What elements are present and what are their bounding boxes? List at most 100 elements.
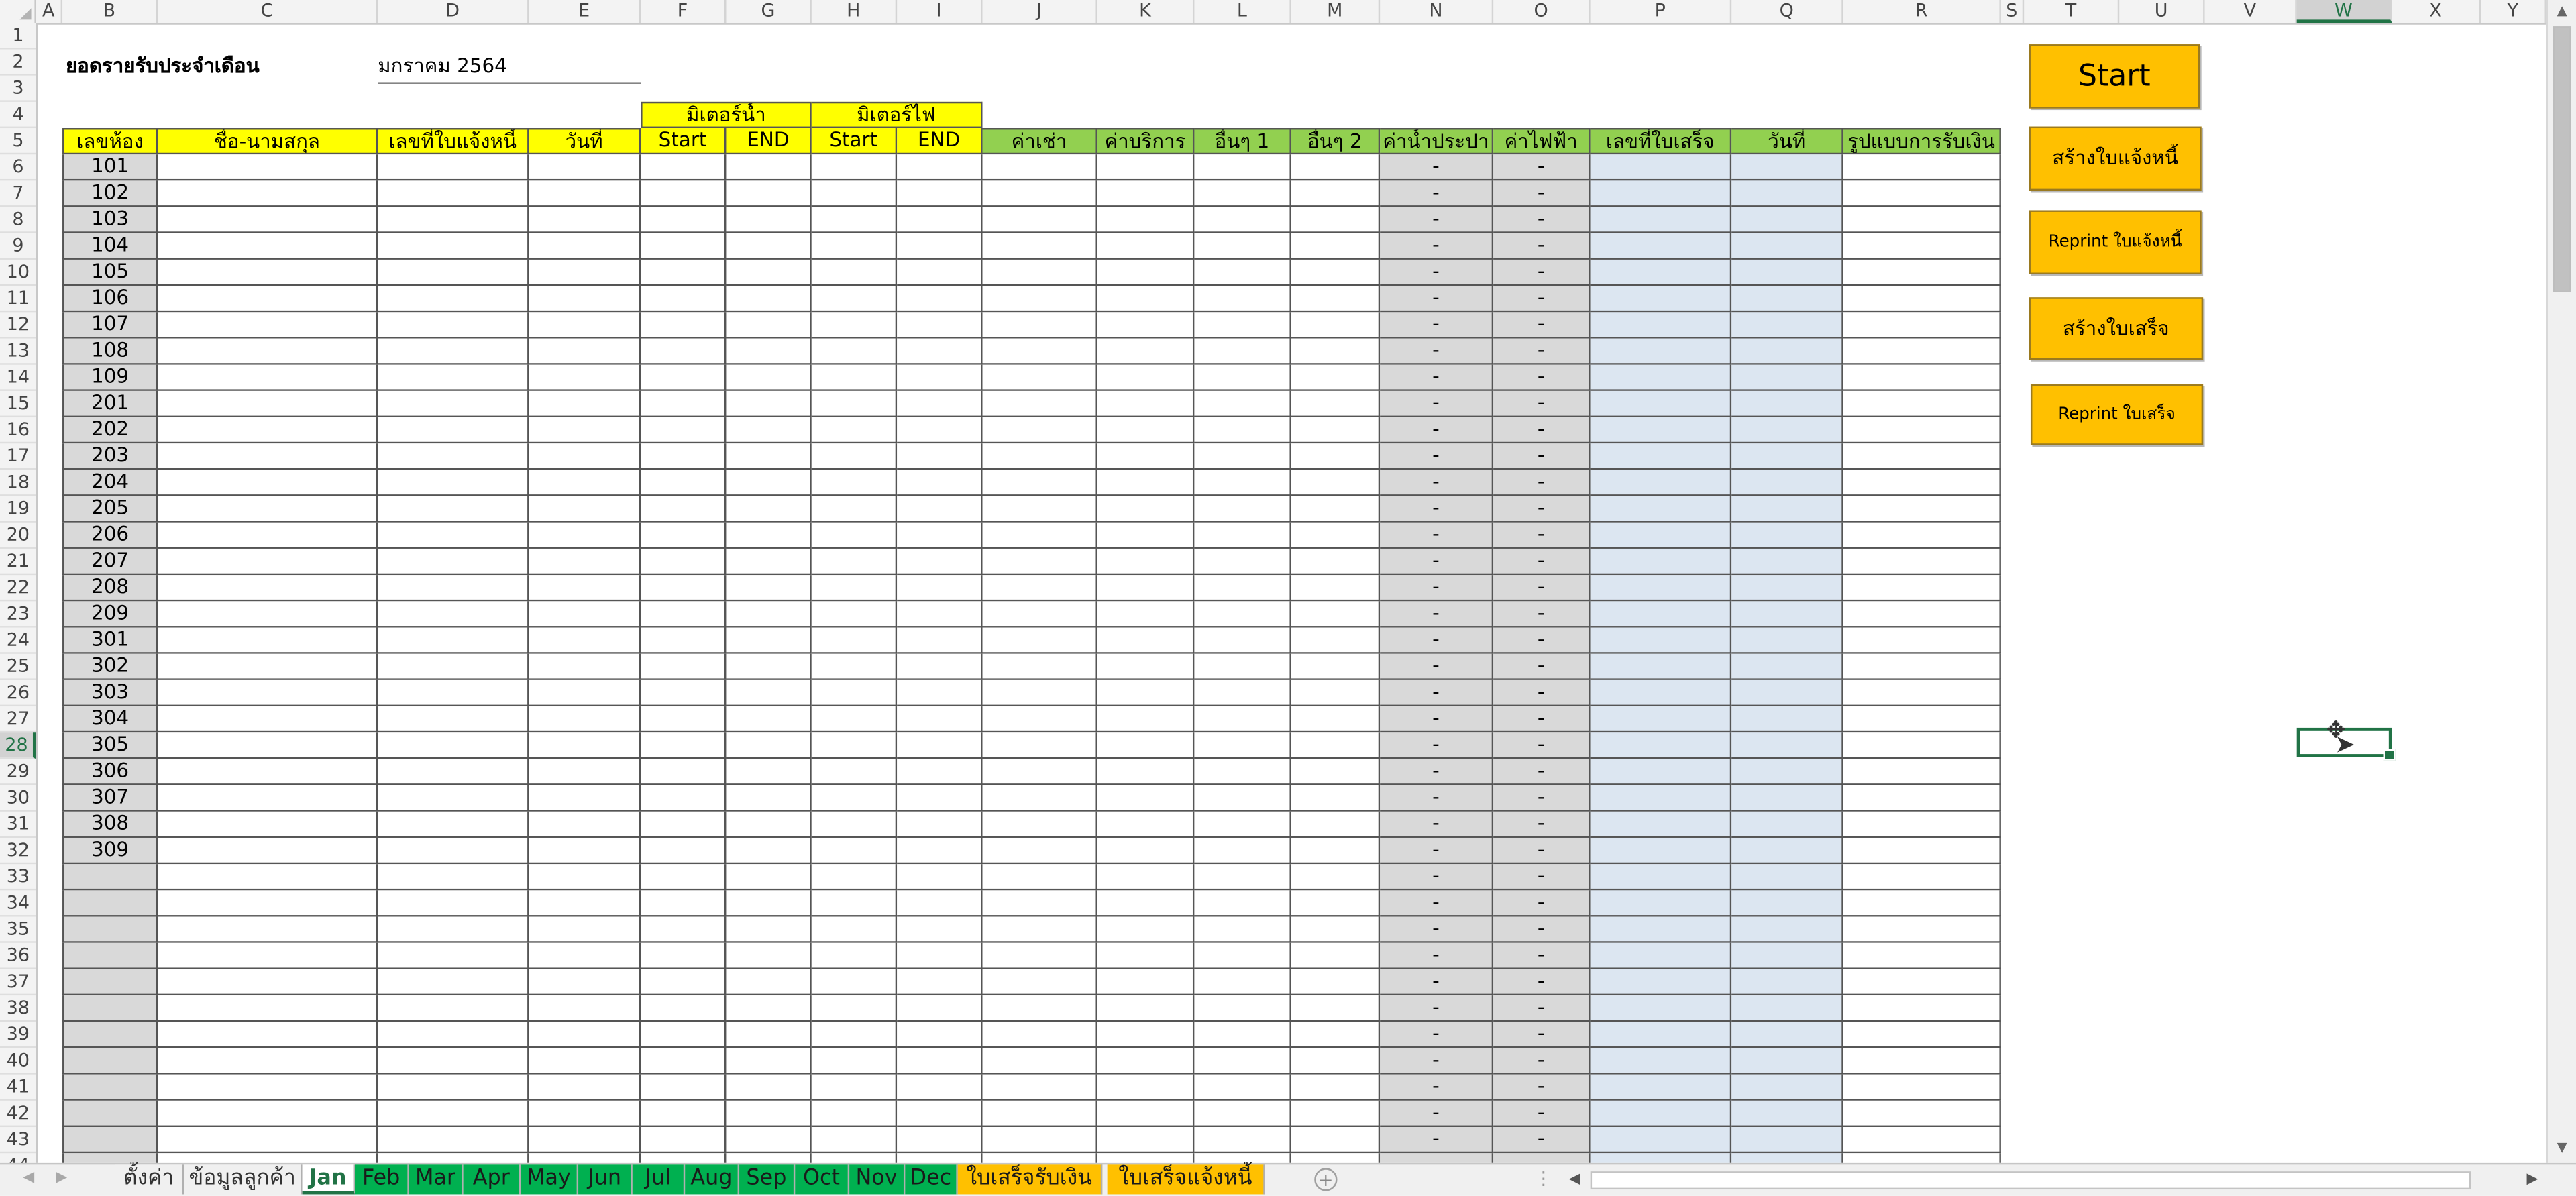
table-cell[interactable] [811,995,898,1022]
table-cell[interactable] [1291,154,1381,181]
receipt-number-cell[interactable] [1590,496,1732,523]
receipt-date-cell[interactable] [1731,1127,1843,1154]
table-cell[interactable] [1097,942,1195,969]
table-cell[interactable] [158,575,378,602]
receipt-number-cell[interactable] [1590,1127,1732,1154]
table-cell[interactable] [982,1100,1097,1128]
table-cell[interactable] [1194,759,1291,785]
table-cell[interactable] [811,811,898,838]
receipt-date-cell[interactable] [1731,1022,1843,1048]
table-cell[interactable] [1097,864,1195,891]
receipt-date-cell[interactable] [1731,811,1843,838]
table-cell[interactable] [897,496,983,523]
receipt-number-cell[interactable] [1590,837,1732,865]
table-cell[interactable] [726,759,812,785]
electric-fee-cell[interactable]: - [1493,259,1591,286]
row-header-29[interactable]: 29 [0,759,36,785]
table-cell[interactable] [811,837,898,865]
table-cell[interactable] [378,496,529,523]
table-cell[interactable] [811,364,898,391]
receipt-date-cell[interactable] [1731,653,1843,680]
table-cell[interactable] [1097,548,1195,576]
table-cell[interactable] [897,942,983,969]
create-invoice-button[interactable]: สร้างใบแจ้งหนี้ [2029,126,2202,191]
tab-prev-arrow-icon[interactable]: ◀ [23,1170,34,1186]
scroll-left-arrow-icon[interactable]: ◀ [1569,1170,1580,1191]
electric-fee-cell[interactable]: - [1493,732,1591,759]
table-cell[interactable] [529,496,641,523]
table-cell[interactable] [1291,969,1381,996]
tab-split-handle-icon[interactable]: ⋮ [1534,1168,1552,1189]
table-cell[interactable] [529,1153,641,1163]
row-header-39[interactable]: 39 [0,1022,36,1048]
water-fee-cell[interactable]: - [1380,706,1494,733]
table-cell[interactable] [982,627,1097,654]
create-receipt-button[interactable]: สร้างใบเสร็จ [2029,297,2204,360]
table-cell[interactable] [897,785,983,812]
table-cell[interactable] [378,1100,529,1128]
table-cell[interactable] [641,969,727,996]
table-cell[interactable] [1843,390,2001,418]
table-cell[interactable] [529,969,641,996]
electric-fee-cell[interactable]: - [1493,706,1591,733]
table-cell[interactable] [529,1127,641,1154]
room-number-cell[interactable]: 209 [62,601,158,628]
table-cell[interactable] [1097,470,1195,496]
table-cell[interactable] [1291,522,1381,549]
receipt-date-cell[interactable] [1731,390,1843,418]
table-cell[interactable] [641,390,727,418]
table-cell[interactable] [158,785,378,812]
table-cell[interactable] [1291,1127,1381,1154]
table-cell[interactable] [897,995,983,1022]
sheet-tab-12[interactable]: Nov [849,1164,906,1195]
column-header-o[interactable]: O [1493,0,1591,23]
table-cell[interactable] [897,207,983,233]
table-cell[interactable] [1194,1127,1291,1154]
water-fee-cell[interactable]: - [1380,969,1494,996]
room-number-cell[interactable]: 202 [62,417,158,444]
scroll-up-arrow-icon[interactable]: ▲ [2548,0,2576,23]
table-cell[interactable] [1843,312,2001,339]
table-cell[interactable] [529,942,641,969]
table-cell[interactable] [158,443,378,470]
row-header-42[interactable]: 42 [0,1101,36,1128]
table-cell[interactable] [726,890,812,917]
water-fee-cell[interactable]: - [1380,653,1494,680]
table-cell[interactable] [897,601,983,628]
table-cell[interactable] [982,732,1097,759]
receipt-number-cell[interactable] [1590,154,1732,181]
table-cell[interactable] [641,364,727,391]
table-cell[interactable] [641,995,727,1022]
table-cell[interactable] [1194,180,1291,207]
table-cell[interactable] [641,207,727,233]
receipt-date-cell[interactable] [1731,154,1843,181]
room-number-cell[interactable] [62,995,158,1022]
column-header-t[interactable]: T [2024,0,2120,23]
table-cell[interactable] [529,916,641,943]
table-cell[interactable] [1291,338,1381,365]
electric-fee-cell[interactable]: - [1493,496,1591,523]
table-cell[interactable] [726,338,812,365]
row-header-37[interactable]: 37 [0,969,36,996]
water-fee-cell[interactable]: - [1380,811,1494,838]
row-header-13[interactable]: 13 [0,338,36,365]
table-cell[interactable] [897,864,983,891]
table-cell[interactable] [158,470,378,496]
table-cell[interactable] [641,233,727,260]
table-cell[interactable] [378,522,529,549]
table-cell[interactable] [1097,443,1195,470]
room-number-cell[interactable]: 306 [62,759,158,785]
room-number-cell[interactable]: 107 [62,312,158,339]
table-cell[interactable] [811,154,898,181]
column-header-m[interactable]: M [1291,0,1381,23]
column-header-g[interactable]: G [726,0,812,23]
table-cell[interactable] [811,759,898,785]
electric-fee-cell[interactable]: - [1493,548,1591,576]
table-cell[interactable] [982,1022,1097,1048]
receipt-number-cell[interactable] [1590,969,1732,996]
table-cell[interactable] [1097,496,1195,523]
table-cell[interactable] [529,679,641,707]
table-cell[interactable] [641,706,727,733]
table-cell[interactable] [1097,1100,1195,1128]
column-header-e[interactable]: E [529,0,641,23]
